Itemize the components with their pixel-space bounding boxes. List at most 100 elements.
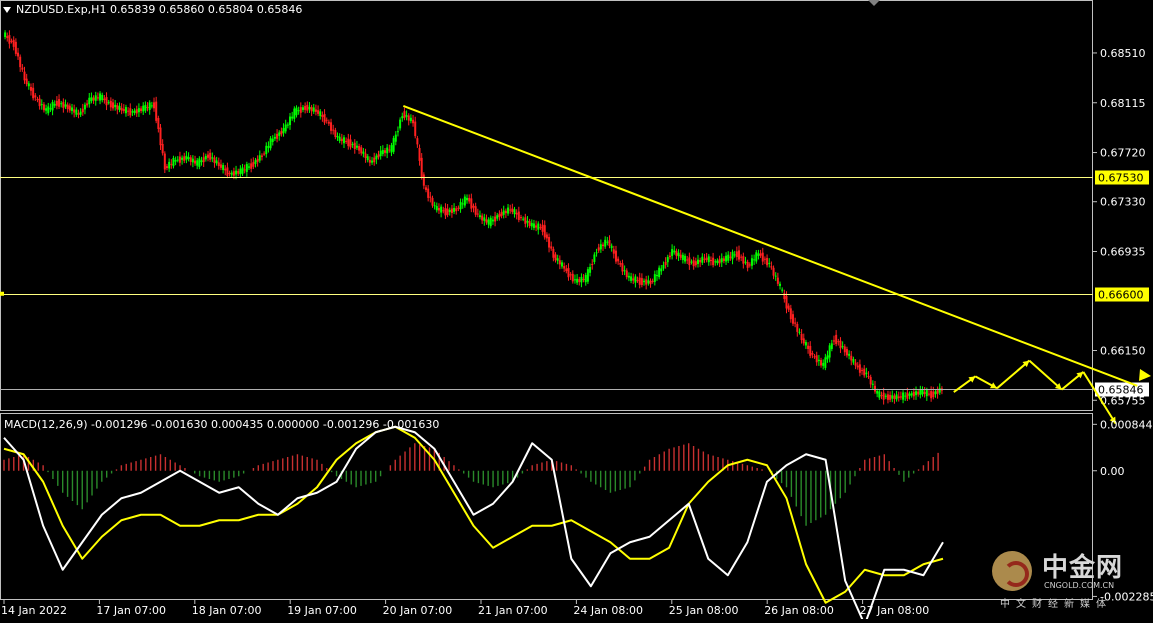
candle-body (172, 157, 175, 167)
candle-body (185, 155, 188, 160)
candle-body (338, 136, 341, 141)
chart-window[interactable]: 0.67530 0.66600 0.65846 0.68510 0.68115 0.677… (0, 0, 1153, 623)
candle-body (902, 392, 905, 400)
candle-body (437, 208, 440, 211)
candle-body (392, 138, 395, 152)
candle-body (761, 252, 764, 262)
candle-body (757, 253, 760, 256)
candle-body (224, 168, 227, 171)
candle-body (163, 153, 166, 170)
candle-body (42, 104, 45, 111)
candle-body (884, 395, 887, 397)
candle-body (740, 256, 743, 258)
candle-body (543, 225, 546, 238)
candle-body (66, 104, 69, 109)
candle-body (403, 111, 406, 118)
candle-body (593, 254, 596, 262)
main-chart-frame (0, 0, 1093, 411)
candle-body (19, 56, 22, 68)
candle-body (517, 211, 520, 220)
candle-body (753, 259, 756, 261)
candle-body (841, 346, 844, 348)
y-tick-label-0: 0.68510 (1100, 47, 1146, 60)
candle-body (569, 274, 572, 276)
candle-body (118, 105, 121, 110)
candle-body (47, 106, 50, 114)
candle-body (796, 324, 799, 332)
candle-body (86, 103, 89, 106)
candle-body (744, 261, 747, 263)
candle-body (910, 393, 913, 396)
candle-body (604, 239, 607, 247)
candle-body (379, 150, 382, 157)
candle-body (515, 212, 518, 215)
candle-body (912, 391, 915, 397)
candle-body (802, 338, 805, 344)
candle-body (509, 209, 512, 211)
candle-body (666, 257, 669, 263)
candle-body (537, 223, 540, 230)
candle-body (401, 116, 404, 119)
candle-body (239, 168, 242, 175)
candle-body (144, 104, 147, 111)
candle-body (459, 202, 462, 210)
candle-body (617, 258, 620, 262)
candle-body (815, 355, 818, 363)
candle-body (355, 145, 358, 148)
candle-body (399, 119, 402, 129)
candle-body (837, 341, 840, 343)
candle-body (694, 261, 697, 266)
candle-body (265, 145, 268, 155)
candle-body (867, 375, 870, 377)
candle-body (563, 266, 566, 269)
candle-body (742, 256, 745, 264)
collapse-arrow-icon[interactable] (3, 7, 11, 13)
candle-body (511, 208, 514, 212)
candle-body (675, 250, 678, 256)
candle-body (690, 261, 693, 263)
candle-body (768, 262, 771, 264)
candle-body (668, 255, 671, 258)
candle-body (858, 364, 861, 373)
candle-body (865, 372, 868, 375)
candle-body (565, 268, 568, 272)
candle-body (21, 67, 24, 70)
candle-body (671, 249, 674, 256)
candle-body (923, 391, 926, 395)
candle-body (36, 99, 39, 101)
candle-body (301, 107, 304, 110)
candle-body (122, 108, 125, 112)
candle-body (420, 157, 423, 178)
candle-body (377, 154, 380, 158)
candle-body (854, 362, 857, 366)
candle-body (707, 256, 710, 263)
candle-body (371, 160, 374, 163)
x-tick-label-6: 24 Jan 08:00 (573, 604, 643, 617)
candle-body (468, 197, 471, 202)
candle-body (349, 139, 352, 148)
candle-body (168, 161, 171, 169)
candle-body (304, 105, 307, 110)
candle-body (463, 196, 466, 206)
candle-body (861, 369, 864, 371)
candle-body (621, 263, 624, 272)
candle-body (832, 340, 835, 342)
candle-body (140, 108, 143, 111)
candle-body (14, 41, 17, 54)
candle-body (77, 113, 80, 115)
macd-y-tick-label-1: 0.00 (1100, 465, 1125, 478)
candle-body (245, 164, 248, 172)
chart-canvas[interactable]: 0.675300.666000.658460.685100.681150.677… (0, 0, 1153, 623)
candle-body (850, 355, 853, 361)
candle-body (843, 346, 846, 353)
candle-body (383, 150, 386, 153)
candle-body (748, 264, 751, 266)
candle-body (209, 152, 212, 160)
candle-body (502, 210, 505, 215)
candle-body (142, 105, 145, 112)
candle-body (347, 138, 350, 147)
candle-body (750, 258, 753, 266)
candle-body (489, 217, 492, 227)
candle-body (444, 208, 447, 216)
candle-body (522, 218, 525, 220)
